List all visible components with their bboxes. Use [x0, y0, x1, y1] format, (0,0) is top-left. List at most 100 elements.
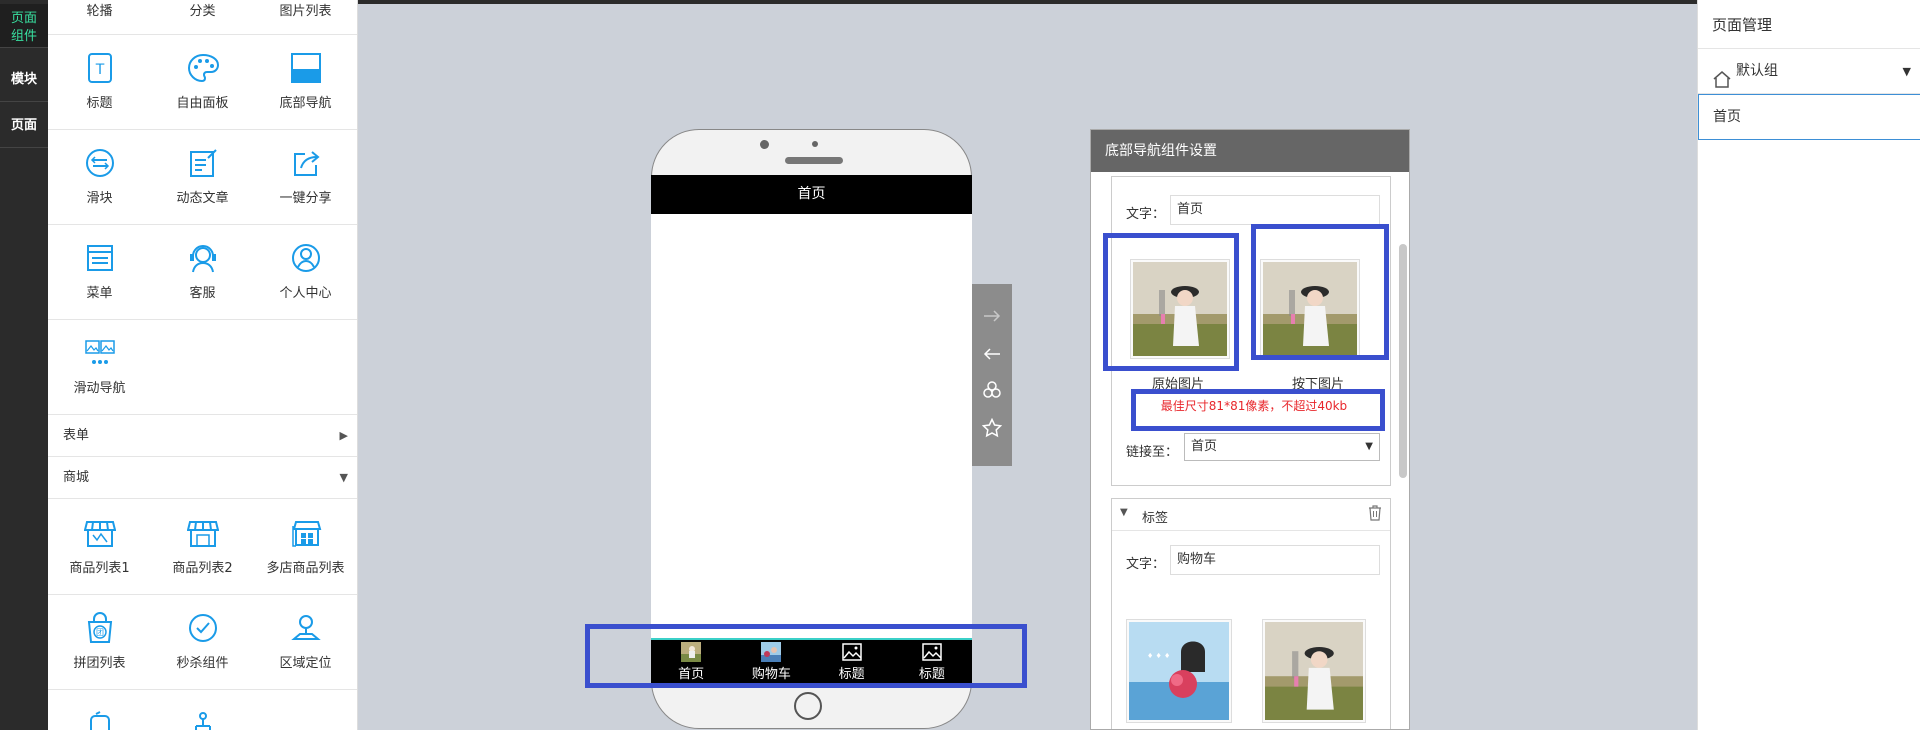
menu-icon — [83, 241, 117, 275]
component-flash-sale[interactable]: 秒杀组件 — [151, 595, 254, 689]
component-label: 图片列表 — [279, 4, 332, 19]
component-label: 自由面板 — [176, 96, 229, 111]
link-select-value: 首页 — [1191, 439, 1218, 454]
component-slider[interactable]: 滑块 — [48, 130, 151, 224]
highlight-bottom-nav — [585, 624, 1027, 688]
component-label: 区域定位 — [279, 656, 332, 671]
component-label: 标题 — [86, 96, 113, 111]
nav-item-2-header[interactable]: ▼ 标签 — [1112, 499, 1390, 531]
highlight-size-hint — [1131, 389, 1385, 431]
store-icon — [186, 516, 220, 550]
section-form[interactable]: 表单 ▶ — [48, 415, 357, 457]
user-center-icon — [289, 241, 323, 275]
phone-header-title[interactable]: 首页 — [651, 175, 972, 214]
copy-icon[interactable] — [972, 372, 1012, 408]
trash-icon[interactable] — [1368, 505, 1382, 525]
component-menu[interactable]: 菜单 — [48, 225, 151, 319]
component-bottom-nav[interactable]: 底部导航 — [254, 35, 357, 129]
component-user-center[interactable]: 个人中心 — [254, 225, 357, 319]
text-label: 文字： — [1126, 207, 1166, 222]
rail-item-pages[interactable]: 页面 — [0, 104, 48, 148]
rail-item-page-components[interactable]: 页面组件 — [0, 4, 48, 48]
page-item-home[interactable]: 首页 — [1698, 94, 1920, 140]
refresh-icon — [83, 708, 117, 730]
share-icon — [289, 146, 323, 180]
section-mall[interactable]: 商城 ▼ — [48, 457, 357, 499]
component-dynamic-article[interactable]: 动态文章 — [151, 130, 254, 224]
store-icon — [83, 516, 117, 550]
component-row: 菜单 客服 个人中心 — [48, 225, 357, 320]
component-image-list[interactable]: 图片列表 — [254, 0, 357, 34]
text-input-1[interactable]: 首页 — [1170, 195, 1380, 225]
component-one-click-share[interactable]: 一键分享 — [254, 130, 357, 224]
section-form-label: 表单 — [63, 428, 90, 443]
component-label: 滑动导航 — [73, 381, 126, 396]
component-free-panel[interactable]: 自由面板 — [151, 35, 254, 129]
page-manager: 页面管理 默认组 ▼ 首页 — [1697, 0, 1920, 730]
slider-icon — [83, 146, 117, 180]
svg-text:T: T — [94, 62, 104, 78]
swipe-nav-icon — [83, 336, 117, 370]
component-label: 底部导航 — [279, 96, 332, 111]
component-toolbar — [972, 284, 1012, 466]
flash-sale-icon — [186, 611, 220, 645]
component-multi-store-list[interactable]: 多店商品列表 — [254, 500, 357, 594]
settings-scrollbar[interactable] — [1399, 244, 1407, 478]
component-row: 滑块 动态文章 一键分享 — [48, 130, 357, 225]
component-partial-1[interactable] — [48, 690, 151, 730]
sensor-icon — [812, 141, 818, 147]
component-swipe-nav[interactable]: 滑动导航 — [48, 320, 151, 414]
component-label: 滑块 — [86, 191, 113, 206]
title-icon: T — [83, 51, 117, 85]
component-label: 分类 — [189, 4, 216, 19]
link-label: 链接至： — [1126, 445, 1179, 460]
component-customer-service[interactable]: 客服 — [151, 225, 254, 319]
component-partial-2[interactable] — [151, 690, 254, 730]
settings-title: 底部导航组件设置 — [1091, 130, 1409, 172]
page-group-default[interactable]: 默认组 ▼ — [1698, 49, 1920, 94]
chevron-down-icon[interactable]: ▼ — [1903, 49, 1911, 94]
component-label: 轮播 — [86, 4, 113, 19]
component-product-list-2[interactable]: 商品列表2 — [151, 500, 254, 594]
pressed-image-upload-2[interactable] — [1262, 619, 1366, 723]
component-label: 客服 — [189, 286, 216, 301]
chevron-right-icon: ▶ — [339, 429, 348, 442]
component-label: 多店商品列表 — [266, 561, 345, 576]
photo-flowers-icon: ♦ ♦ ♦ — [1129, 622, 1229, 720]
component-area-location[interactable]: 区域定位 — [254, 595, 357, 689]
component-label: 一键分享 — [279, 191, 332, 206]
nav-item-box-2: ▼ 标签 文字： 购物车 ♦ ♦ ♦ — [1111, 498, 1391, 729]
component-label: 拼团列表 — [73, 656, 126, 671]
component-group-buy-list[interactable]: 团 拼团列表 — [48, 595, 151, 689]
settings-panel: 底部导航组件设置 文字： 首页 原始图片 按下图片 最佳尺寸81*81像素，不超… — [1090, 129, 1410, 730]
component-row: 滑动导航 — [48, 320, 357, 415]
component-row: 商品列表1 商品列表2 多店商品列表 — [48, 500, 357, 595]
component-row — [48, 690, 357, 730]
network-icon — [186, 708, 220, 730]
customer-service-icon — [186, 241, 220, 275]
section-mall-label: 商城 — [63, 470, 90, 485]
move-right-icon[interactable] — [972, 298, 1012, 334]
component-category[interactable]: 分类 — [151, 0, 254, 34]
component-label: 商品列表2 — [172, 561, 233, 576]
star-icon[interactable] — [972, 410, 1012, 446]
highlight-original-image — [1103, 233, 1239, 371]
svg-text:团: 团 — [96, 628, 104, 637]
component-product-list-1[interactable]: 商品列表1 — [48, 500, 151, 594]
link-select[interactable]: 首页 ▼ — [1184, 433, 1380, 461]
component-row: 团 拼团列表 秒杀组件 区域定位 — [48, 595, 357, 690]
move-left-icon[interactable] — [972, 336, 1012, 372]
text-label: 文字： — [1126, 557, 1166, 572]
chevron-down-icon: ▼ — [339, 471, 348, 484]
component-label: 秒杀组件 — [176, 656, 229, 671]
original-image-upload-2[interactable]: ♦ ♦ ♦ — [1126, 619, 1232, 723]
component-title[interactable]: T 标题 — [48, 35, 151, 129]
chevron-down-icon: ▼ — [1365, 441, 1373, 452]
component-row-top: 轮播 分类 图片列表 — [48, 0, 357, 35]
svg-text:♦ ♦ ♦: ♦ ♦ ♦ — [1147, 652, 1170, 660]
text-input-2[interactable]: 购物车 — [1170, 545, 1380, 575]
collapse-icon[interactable]: ▼ — [1120, 507, 1128, 518]
article-icon — [186, 146, 220, 180]
rail-item-modules[interactable]: 模块 — [0, 58, 48, 102]
component-carousel[interactable]: 轮播 — [48, 0, 151, 34]
